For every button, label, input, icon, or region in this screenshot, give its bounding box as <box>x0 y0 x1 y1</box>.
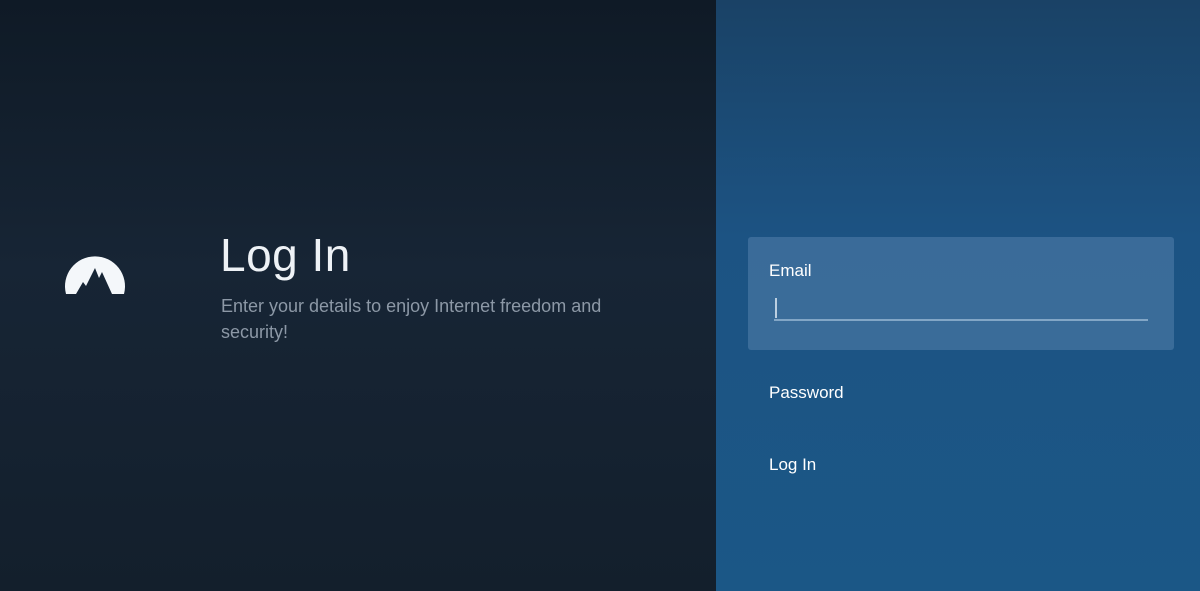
page-subtitle: Enter your details to enjoy Internet fre… <box>221 296 602 342</box>
email-label: Email <box>769 261 812 280</box>
email-field-container[interactable]: Email <box>748 237 1174 350</box>
mountain-logo-icon <box>65 256 125 294</box>
email-input[interactable] <box>774 293 1148 321</box>
password-field-item[interactable]: Password <box>769 383 844 403</box>
info-panel: Log In Enter your details to enjoy Inter… <box>0 0 716 591</box>
login-button[interactable]: Log In <box>769 455 816 475</box>
login-screen: Log In Enter your details to enjoy Inter… <box>0 0 1200 591</box>
login-form-panel: Email Password Log In <box>716 0 1200 591</box>
page-title: Log In <box>220 229 351 281</box>
text-cursor <box>775 298 777 318</box>
